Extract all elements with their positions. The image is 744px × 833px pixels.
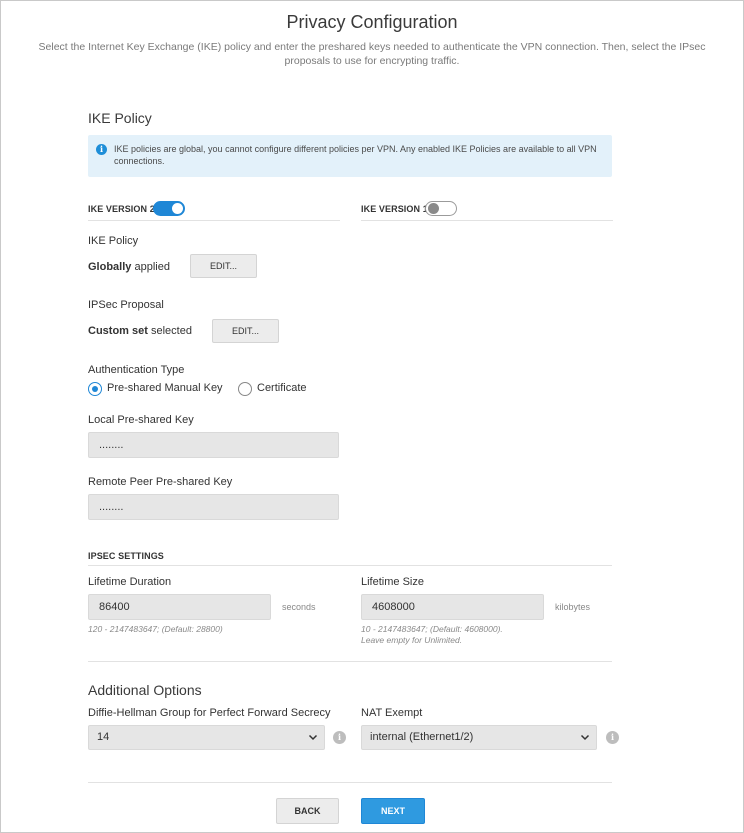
- local-key-label: Local Pre-shared Key: [88, 414, 194, 426]
- lifetime-duration-input[interactable]: 86400: [88, 594, 271, 620]
- dh-group-info-icon[interactable]: i: [333, 731, 346, 744]
- info-icon: i: [96, 144, 107, 155]
- lifetime-duration-unit: seconds: [282, 602, 316, 612]
- edit-ipsec-proposal-button[interactable]: EDIT...: [212, 319, 279, 343]
- lifetime-size-hint-unlimited: Leave empty for Unlimited.: [361, 635, 463, 645]
- page-description: Select the Internet Key Exchange (IKE) p…: [38, 41, 706, 67]
- auth-type-label: Authentication Type: [88, 364, 185, 376]
- lifetime-size-unit: kilobytes: [555, 602, 591, 612]
- ike-policy-value-bold: Globally: [88, 261, 132, 273]
- radio-dot: [92, 386, 98, 392]
- auth-radio-preshared[interactable]: [88, 382, 102, 396]
- ike-version-1-label: IKE VERSION 1: [361, 204, 428, 214]
- additional-options-title: Additional Options: [88, 682, 202, 698]
- ike-policy-value: Globally applied: [88, 261, 170, 273]
- auth-option-preshared-label: Pre-shared Manual Key: [107, 382, 223, 394]
- page-title: Privacy Configuration: [286, 12, 458, 32]
- nat-exempt-select[interactable]: internal (Ethernet1/2): [361, 725, 597, 750]
- lifetime-duration-hint: 120 - 2147483647; (Default: 28800): [88, 624, 223, 634]
- back-button[interactable]: BACK: [276, 798, 339, 824]
- lifetime-size-hint: 10 - 2147483647; (Default: 4608000).: [361, 624, 503, 634]
- ipsec-proposal-value-rest: selected: [147, 325, 192, 337]
- ike-policy-value-rest: applied: [131, 261, 170, 273]
- dh-group-select[interactable]: 14: [88, 725, 325, 750]
- nat-exempt-label: NAT Exempt: [361, 707, 423, 719]
- toggle-knob: [172, 203, 183, 214]
- auth-radio-certificate[interactable]: [238, 382, 252, 396]
- ipsec-settings-title: IPSEC SETTINGS: [88, 551, 164, 561]
- next-button[interactable]: NEXT: [361, 798, 425, 824]
- ipsec-proposal-label: IPSec Proposal: [88, 299, 164, 311]
- ike-version-2-toggle[interactable]: [153, 201, 185, 216]
- ike-version-1-toggle[interactable]: [425, 201, 457, 216]
- ike-version-2-label: IKE VERSION 2: [88, 204, 155, 214]
- chevron-down-icon: [580, 734, 590, 741]
- dh-group-selected-value: 14: [97, 731, 110, 743]
- divider: [361, 220, 613, 221]
- remote-key-label: Remote Peer Pre-shared Key: [88, 476, 233, 488]
- nat-exempt-info-icon[interactable]: i: [606, 731, 619, 744]
- ipsec-proposal-value-bold: Custom set: [88, 325, 148, 337]
- toggle-knob: [428, 203, 439, 214]
- lifetime-duration-label: Lifetime Duration: [88, 576, 172, 588]
- auth-option-certificate-label: Certificate: [257, 382, 307, 394]
- divider: [88, 565, 612, 566]
- edit-ike-policy-button[interactable]: EDIT...: [190, 254, 257, 278]
- divider: [88, 782, 612, 783]
- info-banner-text: IKE policies are global, you cannot conf…: [114, 144, 597, 166]
- ipsec-proposal-value: Custom set selected: [88, 325, 192, 337]
- local-key-input[interactable]: ........: [88, 432, 339, 458]
- remote-key-input[interactable]: ........: [88, 494, 339, 520]
- nat-exempt-selected-value: internal (Ethernet1/2): [370, 731, 474, 743]
- dh-group-label: Diffie-Hellman Group for Perfect Forward…: [88, 707, 331, 719]
- divider: [88, 661, 612, 662]
- ike-section-title: IKE Policy: [88, 110, 152, 126]
- ike-info-banner: i IKE policies are global, you cannot co…: [88, 135, 612, 177]
- lifetime-size-label: Lifetime Size: [361, 576, 424, 588]
- chevron-down-icon: [308, 734, 318, 741]
- ike-policy-label: IKE Policy: [88, 235, 139, 247]
- lifetime-size-input[interactable]: 4608000: [361, 594, 544, 620]
- divider: [88, 220, 340, 221]
